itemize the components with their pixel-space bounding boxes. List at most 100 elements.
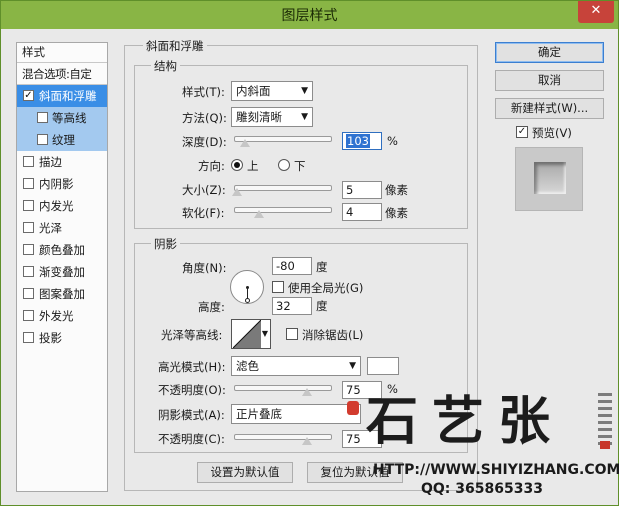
depth-slider[interactable]	[234, 136, 332, 147]
shadow-opacity-thumb[interactable]	[302, 437, 312, 445]
highlight-mode-dropdown[interactable]: 滤色 ▼	[231, 356, 361, 376]
soften-input[interactable]: 4	[342, 203, 382, 221]
close-button[interactable]: ✕	[578, 1, 614, 23]
highlight-opacity-label: 不透明度(O):	[158, 383, 226, 397]
watermark-qq: QQ: 365865333	[421, 481, 543, 497]
style-item[interactable]: 光泽	[17, 217, 107, 239]
watermark-url: HTTP://WWW.SHIYIZHANG.COM	[373, 462, 619, 478]
chevron-down-icon: ▼	[301, 86, 308, 96]
style-item-checkbox[interactable]	[37, 134, 48, 145]
style-dropdown-value: 内斜面	[236, 84, 271, 98]
angle-dial[interactable]	[230, 270, 264, 304]
anti-aliased-checkbox[interactable]	[286, 328, 298, 340]
style-item[interactable]: 描边	[17, 151, 107, 173]
technique-dropdown-value: 雕刻清晰	[236, 110, 282, 124]
style-dropdown[interactable]: 内斜面 ▼	[231, 81, 313, 101]
preview-checkbox[interactable]: ✓	[516, 126, 528, 138]
style-item-checkbox[interactable]	[23, 310, 34, 321]
style-item-label: 渐变叠加	[39, 265, 85, 279]
size-label: 大小(Z):	[182, 183, 226, 197]
highlight-opacity-slider[interactable]	[234, 385, 332, 396]
style-list-header[interactable]: 样式	[17, 43, 107, 63]
soften-slider[interactable]	[234, 207, 332, 218]
style-item-label: 纹理	[52, 133, 75, 147]
title-bar[interactable]: 图层样式 ✕	[1, 1, 618, 29]
style-item-checkbox[interactable]: ✓	[23, 90, 34, 101]
style-item-checkbox[interactable]	[23, 288, 34, 299]
highlight-color-swatch[interactable]	[367, 357, 399, 375]
style-item[interactable]: 图案叠加	[17, 283, 107, 305]
style-item-label: 颜色叠加	[39, 243, 85, 257]
shadow-mode-dropdown[interactable]: 正片叠底	[231, 404, 361, 424]
size-slider[interactable]	[231, 185, 332, 196]
highlight-mode-value: 滤色	[236, 359, 259, 373]
depth-input[interactable]: 103	[342, 132, 382, 150]
style-item-checkbox[interactable]	[23, 200, 34, 211]
style-item-checkbox[interactable]	[23, 332, 34, 343]
shadow-opacity-slider[interactable]	[234, 434, 332, 445]
watermark-stamp	[600, 441, 610, 449]
style-preview	[515, 147, 583, 211]
style-item[interactable]: ✓ 斜面和浮雕	[17, 85, 107, 107]
dialog-title: 图层样式	[281, 8, 338, 24]
style-item[interactable]: 内阴影	[17, 173, 107, 195]
style-item-label: 内发光	[39, 199, 74, 213]
shadow-mode-label: 阴影模式(A):	[158, 408, 225, 422]
style-item-checkbox[interactable]	[23, 222, 34, 233]
style-item-checkbox[interactable]	[23, 244, 34, 255]
depth-slider-thumb[interactable]	[239, 139, 250, 147]
chevron-down-icon: ▼	[301, 112, 308, 122]
gloss-contour-picker[interactable]: ▼	[231, 319, 271, 349]
style-item[interactable]: 内发光	[17, 195, 107, 217]
highlight-opacity-thumb[interactable]	[302, 388, 312, 396]
soften-slider-thumb[interactable]	[254, 210, 264, 218]
direction-up-radio[interactable]	[231, 159, 243, 171]
size-slider-thumb[interactable]	[231, 188, 242, 196]
structure-title: 结构	[151, 58, 180, 74]
angle-label: 角度(N):	[182, 261, 227, 275]
watermark-logo: 石艺张	[366, 391, 565, 452]
altitude-input[interactable]: 32	[272, 297, 312, 315]
preview-swatch	[534, 162, 566, 194]
style-item-checkbox[interactable]	[23, 178, 34, 189]
preview-label: 预览(V)	[532, 126, 572, 140]
altitude-unit: 度	[316, 299, 328, 313]
watermark-seal	[347, 401, 359, 415]
soften-label: 软化(F):	[182, 206, 225, 220]
style-item[interactable]: 投影	[17, 327, 107, 349]
style-item-checkbox[interactable]	[23, 156, 34, 167]
style-item[interactable]: 等高线	[17, 107, 107, 129]
direction-label: 方向:	[198, 159, 225, 173]
shading-title: 阴影	[151, 236, 180, 252]
blending-options-item[interactable]: 混合选项:自定	[17, 63, 107, 85]
size-input[interactable]: 5	[342, 181, 382, 199]
direction-down-radio[interactable]	[278, 159, 290, 171]
technique-dropdown[interactable]: 雕刻清晰 ▼	[231, 107, 313, 127]
ok-button[interactable]: 确定	[495, 42, 604, 63]
style-item-label: 等高线	[52, 111, 87, 125]
style-item[interactable]: 纹理	[17, 129, 107, 151]
style-item[interactable]: 颜色叠加	[17, 239, 107, 261]
anti-aliased-label: 消除锯齿(L)	[302, 328, 364, 342]
style-list: 样式 混合选项:自定 ✓ 斜面和浮雕等高线纹理描边 内阴影内发光光泽颜色叠加渐变叠加…	[16, 42, 108, 492]
layer-style-dialog: 图层样式 ✕ 样式 混合选项:自定 ✓ 斜面和浮雕等高线纹理描边 内阴影内发光光泽颜…	[0, 0, 619, 506]
new-style-button[interactable]: 新建样式(W)...	[495, 98, 604, 119]
style-item-label: 图案叠加	[39, 287, 85, 301]
watermark-signature	[598, 393, 612, 445]
contour-curve-icon	[233, 320, 261, 348]
angle-input[interactable]: -80	[272, 257, 312, 275]
cancel-button[interactable]: 取消	[495, 70, 604, 91]
depth-input-value: 103	[346, 134, 370, 148]
chevron-down-icon: ▼	[261, 329, 268, 338]
angle-dial-center	[246, 286, 249, 289]
style-item[interactable]: 外发光	[17, 305, 107, 327]
direction-down-label: 下	[294, 159, 306, 173]
set-default-button[interactable]: 设置为默认值	[197, 462, 293, 483]
style-item-checkbox[interactable]	[23, 266, 34, 277]
shadow-mode-value: 正片叠底	[236, 407, 282, 421]
gloss-contour-label: 光泽等高线:	[161, 328, 223, 342]
style-item-checkbox[interactable]	[37, 112, 48, 123]
style-item[interactable]: 渐变叠加	[17, 261, 107, 283]
global-light-checkbox[interactable]	[272, 281, 284, 293]
angle-unit: 度	[316, 260, 328, 274]
